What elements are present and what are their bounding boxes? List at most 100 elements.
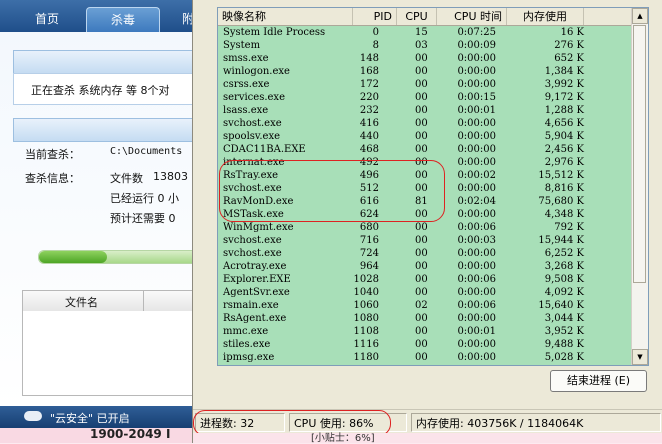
column-pid[interactable]: PID (353, 8, 397, 25)
column-image-name[interactable]: 映像名称 (218, 8, 353, 25)
process-time: 0:00:06 (457, 222, 496, 233)
process-row[interactable]: WinMgmt.exe 680 00 0:00:06 792 K (218, 221, 630, 234)
process-cpu: 00 (415, 209, 428, 220)
process-pid: 724 (359, 248, 379, 259)
cloud-security-status: "云安全" 已开启 (50, 412, 130, 425)
process-cpu: 00 (415, 352, 428, 363)
process-row[interactable]: mmc.exe 1108 00 0:00:01 3,952 K (218, 325, 630, 338)
process-mem: 2,976 K (544, 157, 584, 168)
process-row[interactable]: lsass.exe 232 00 0:00:01 1,288 K (218, 104, 630, 117)
process-list[interactable]: 映像名称 PID CPU CPU 时间 内存使用 System Idle Pro… (217, 7, 649, 366)
process-name: spoolsv.exe (223, 131, 281, 142)
process-name: Explorer.EXE (223, 274, 291, 285)
tab-home[interactable]: 首页 (14, 7, 80, 32)
process-row[interactable]: services.exe 220 00 0:00:15 9,172 K (218, 91, 630, 104)
process-mem: 3,044 K (544, 313, 584, 324)
process-row[interactable]: MSTask.exe 624 00 0:00:00 4,348 K (218, 208, 630, 221)
process-cpu: 15 (415, 27, 428, 38)
process-row[interactable]: svchost.exe 716 00 0:00:03 15,944 K (218, 234, 630, 247)
process-cpu: 00 (415, 66, 428, 77)
process-pid: 1108 (353, 326, 379, 337)
process-time: 0:00:00 (457, 287, 496, 298)
footer-text: 1900-2049 I (90, 427, 171, 441)
process-count: 进程数: 32 (195, 413, 285, 432)
process-row[interactable]: RsAgent.exe 1080 00 0:00:00 3,044 K (218, 312, 630, 325)
scan-progress-bar (38, 250, 200, 264)
process-row[interactable]: internat.exe 492 00 0:00:00 2,976 K (218, 156, 630, 169)
vertical-scrollbar[interactable]: ▲ ▼ (631, 8, 648, 365)
process-pid: 1180 (353, 352, 379, 363)
process-mem: 5,028 K (544, 352, 584, 363)
process-pid: 220 (359, 92, 379, 103)
process-mem: 15,640 K (538, 300, 584, 311)
process-row[interactable]: winlogon.exe 168 00 0:00:00 1,384 K (218, 65, 630, 78)
process-row[interactable]: Explorer.EXE 1028 00 0:00:06 9,508 K (218, 273, 630, 286)
elapsed-time: 已经运行 0 小 (110, 192, 179, 205)
process-pid: 680 (359, 222, 379, 233)
process-row[interactable]: smss.exe 148 00 0:00:00 652 K (218, 52, 630, 65)
process-mem: 1,384 K (544, 66, 584, 77)
process-time: 0:00:01 (457, 326, 496, 337)
process-name: WinMgmt.exe (223, 222, 294, 233)
process-mem: 652 K (554, 53, 584, 64)
process-mem: 15,944 K (538, 235, 584, 246)
process-row[interactable]: System Idle Process 0 15 0:07:25 16 K (218, 26, 630, 39)
column-memory[interactable]: 内存使用 (507, 8, 584, 25)
column-cpu-time[interactable]: CPU 时间 (437, 8, 507, 25)
end-process-button[interactable]: 结束进程 (E) (550, 370, 647, 392)
process-row[interactable]: CDAC11BA.EXE 468 00 0:00:00 2,456 K (218, 143, 630, 156)
process-pid: 964 (359, 261, 379, 272)
info-panel-header (13, 118, 200, 142)
process-mem: 4,092 K (544, 287, 584, 298)
process-pid: 416 (359, 118, 379, 129)
process-name: smss.exe (223, 53, 269, 64)
process-time: 0:00:00 (457, 66, 496, 77)
process-name: System (223, 40, 261, 51)
column-cpu[interactable]: CPU (397, 8, 437, 25)
process-mem: 3,952 K (544, 326, 584, 337)
process-name: RsAgent.exe (223, 313, 287, 324)
process-row[interactable]: svchost.exe 416 00 0:00:00 4,656 K (218, 117, 630, 130)
process-row[interactable]: svchost.exe 512 00 0:00:00 8,816 K (218, 182, 630, 195)
process-name: rsmain.exe (223, 300, 279, 311)
cloud-icon (24, 411, 42, 421)
process-pid: 624 (359, 209, 379, 220)
process-pid: 496 (359, 170, 379, 181)
process-time: 0:00:00 (457, 79, 496, 90)
process-name: svchost.exe (223, 183, 282, 194)
process-row[interactable]: Acrotray.exe 964 00 0:00:00 3,268 K (218, 260, 630, 273)
file-name-column[interactable]: 文件名 (65, 294, 98, 310)
process-pid: 1028 (353, 274, 379, 285)
process-row[interactable]: csrss.exe 172 00 0:00:00 3,992 K (218, 78, 630, 91)
process-time: 0:00:01 (457, 105, 496, 116)
process-cpu: 03 (415, 40, 428, 51)
process-pid: 8 (372, 40, 379, 51)
process-cpu: 00 (415, 105, 428, 116)
tab-scan[interactable]: 杀毒 (86, 7, 160, 33)
process-time: 0:00:00 (457, 183, 496, 194)
scroll-down-button[interactable]: ▼ (632, 349, 648, 365)
scroll-thumb[interactable] (633, 25, 646, 283)
memory-usage: 内存使用: 403756K / 1184064K (411, 413, 661, 432)
scan-status-panel: 正在查杀 系统内存 等 8个对 (13, 73, 200, 105)
process-mem: 3,268 K (544, 261, 584, 272)
process-row[interactable]: RsTray.exe 496 00 0:00:02 15,512 K (218, 169, 630, 182)
process-row[interactable]: ipmsg.exe 1180 00 0:00:00 5,028 K (218, 351, 630, 364)
process-row[interactable]: rsmain.exe 1060 02 0:00:06 15,640 K (218, 299, 630, 312)
file-table-body (22, 311, 200, 396)
process-row[interactable]: System 8 03 0:00:09 276 K (218, 39, 630, 52)
process-name: ipmsg.exe (223, 352, 275, 363)
scroll-up-button[interactable]: ▲ (632, 8, 648, 24)
process-name: svchost.exe (223, 248, 282, 259)
process-row[interactable]: stiles.exe 1116 00 0:00:00 9,488 K (218, 338, 630, 351)
process-time: 0:00:00 (457, 209, 496, 220)
process-mem: 4,348 K (544, 209, 584, 220)
process-cpu: 00 (415, 326, 428, 337)
process-row[interactable]: svchost.exe 724 00 0:00:00 6,252 K (218, 247, 630, 260)
process-row[interactable]: AgentSvr.exe 1040 00 0:00:00 4,092 K (218, 286, 630, 299)
task-manager-window: 映像名称 PID CPU CPU 时间 内存使用 System Idle Pro… (192, 0, 662, 444)
process-row[interactable]: RavMonD.exe 616 81 0:02:04 75,680 K (218, 195, 630, 208)
process-name: stiles.exe (223, 339, 271, 350)
process-pid: 492 (359, 157, 379, 168)
process-row[interactable]: spoolsv.exe 440 00 0:00:00 5,904 K (218, 130, 630, 143)
